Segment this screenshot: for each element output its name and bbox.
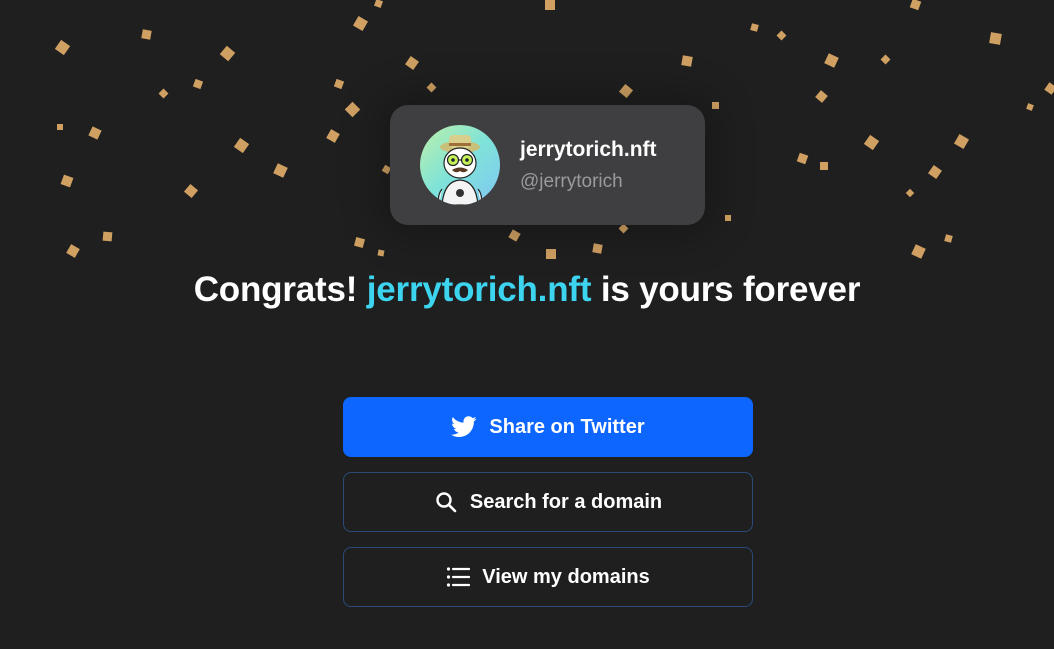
confetti-piece bbox=[426, 82, 437, 93]
confetti-piece bbox=[60, 174, 74, 188]
confetti-piece bbox=[712, 102, 719, 109]
confetti-piece bbox=[192, 78, 204, 90]
confetti-piece bbox=[546, 249, 556, 259]
confetti-piece bbox=[750, 23, 759, 32]
confetti-piece bbox=[233, 137, 250, 154]
confetti-piece bbox=[352, 15, 369, 32]
confetti-piece bbox=[141, 29, 152, 40]
confetti-piece bbox=[158, 88, 169, 99]
confetti-piece bbox=[592, 243, 603, 254]
confetti-piece bbox=[1026, 103, 1034, 111]
profile-handle: @jerrytorich bbox=[520, 171, 623, 192]
confetti-piece bbox=[183, 183, 199, 199]
search-domain-button[interactable]: Search for a domain bbox=[343, 472, 753, 532]
confetti-piece bbox=[911, 244, 926, 259]
confetti-piece bbox=[88, 126, 102, 140]
confetti-piece bbox=[618, 223, 629, 234]
confetti-piece bbox=[776, 30, 787, 41]
share-twitter-button[interactable]: Share on Twitter bbox=[343, 397, 753, 457]
confetti-piece bbox=[66, 244, 80, 258]
confetti-piece bbox=[928, 165, 942, 179]
twitter-bird-icon bbox=[451, 416, 477, 438]
confetti-piece bbox=[374, 0, 383, 8]
confetti-piece bbox=[54, 39, 71, 56]
cartoon-avatar-icon bbox=[437, 135, 483, 205]
confetti-piece bbox=[618, 83, 634, 99]
congrats-headline: Congrats! jerrytorich.nft is yours forev… bbox=[0, 270, 1054, 310]
confetti-piece bbox=[102, 231, 113, 242]
confetti-piece bbox=[57, 124, 63, 130]
confetti-piece bbox=[909, 0, 922, 11]
list-icon bbox=[446, 566, 471, 588]
confetti-piece bbox=[863, 134, 880, 151]
confetti-piece bbox=[905, 188, 915, 198]
confetti-piece bbox=[333, 78, 345, 90]
view-domains-label: View my domains bbox=[482, 565, 650, 588]
confetti-piece bbox=[377, 249, 385, 257]
confetti-piece bbox=[326, 129, 340, 143]
view-domains-button[interactable]: View my domains bbox=[343, 547, 753, 607]
confetti-piece bbox=[824, 53, 839, 68]
confetti-piece bbox=[508, 229, 521, 242]
confetti-piece bbox=[545, 0, 555, 10]
confetti-piece bbox=[944, 234, 953, 243]
profile-name: jerrytorich.nft bbox=[520, 138, 657, 161]
page: jerrytorich.nft @jerrytorich Congrats! j… bbox=[0, 0, 1054, 649]
confetti-piece bbox=[219, 45, 236, 62]
confetti-piece bbox=[796, 152, 809, 165]
confetti-piece bbox=[681, 55, 693, 67]
headline-domain: jerrytorich.nft bbox=[366, 270, 592, 309]
confetti-piece bbox=[880, 54, 891, 65]
confetti-piece bbox=[405, 56, 419, 70]
headline-suffix: is yours forever bbox=[591, 270, 861, 309]
profile-card: jerrytorich.nft @jerrytorich bbox=[390, 105, 705, 225]
share-twitter-label: Share on Twitter bbox=[489, 415, 645, 438]
headline-prefix: Congrats! bbox=[193, 270, 367, 309]
search-domain-label: Search for a domain bbox=[469, 490, 663, 513]
confetti-piece bbox=[344, 101, 361, 118]
confetti-piece bbox=[725, 215, 731, 221]
search-icon bbox=[434, 490, 458, 514]
confetti-piece bbox=[989, 32, 1002, 45]
confetti-piece bbox=[1044, 82, 1054, 95]
confetti-piece bbox=[815, 90, 828, 103]
confetti-piece bbox=[273, 163, 288, 178]
confetti-piece bbox=[953, 133, 970, 150]
confetti-piece bbox=[820, 162, 828, 170]
avatar bbox=[420, 125, 500, 205]
confetti-piece bbox=[353, 236, 366, 249]
